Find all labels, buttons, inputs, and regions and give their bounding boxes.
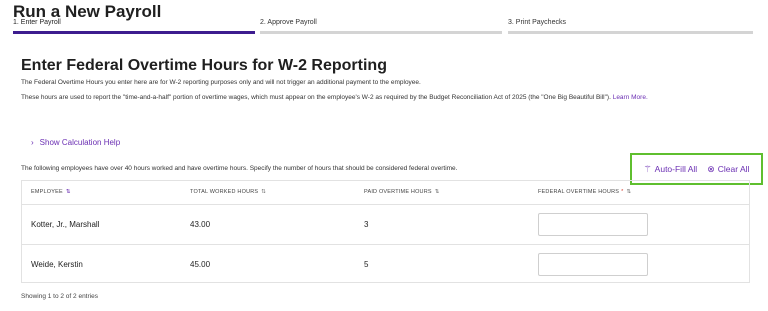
- employee-name: Weide, Kerstin: [31, 260, 83, 269]
- column-header-label: TOTAL WORKED HOURS: [190, 189, 259, 195]
- step-progress-bar: [508, 31, 753, 34]
- federal-overtime-input[interactable]: [538, 253, 648, 276]
- table-row: Weide, Kerstin 45.00 5: [22, 244, 749, 283]
- column-header-paid-overtime[interactable]: PAID OVERTIME HOURS ⇅: [364, 189, 440, 195]
- required-marker: *: [621, 189, 624, 195]
- paid-overtime-hours: 3: [364, 220, 369, 229]
- step-label: 3. Print Paychecks: [508, 19, 566, 26]
- chevron-right-icon: ›: [31, 138, 34, 147]
- show-calculation-help-toggle[interactable]: › Show Calculation Help: [31, 138, 120, 147]
- column-header-federal-overtime[interactable]: FEDERAL OVERTIME HOURS * ⇅: [538, 189, 631, 195]
- description-paragraph: The Federal Overtime Hours you enter her…: [21, 79, 421, 86]
- table-entries-summary: Showing 1 to 2 of 2 entries: [21, 293, 98, 300]
- sort-arrows-icon: ⇅: [626, 189, 632, 195]
- sort-arrows-icon: ⇅: [434, 189, 440, 195]
- employee-name: Kotter, Jr., Marshall: [31, 220, 100, 229]
- total-worked-hours: 43.00: [190, 220, 211, 229]
- paid-overtime-hours: 5: [364, 260, 369, 269]
- column-header-total-worked[interactable]: TOTAL WORKED HOURS ⇅: [190, 189, 266, 195]
- clear-all-button[interactable]: ⊗ Clear All: [707, 164, 749, 175]
- sort-arrows-icon: ⇅: [261, 189, 267, 195]
- sort-arrows-icon: ⇅: [65, 189, 71, 195]
- calc-help-label: Show Calculation Help: [39, 138, 121, 147]
- table-intro-text: The following employees have over 40 hou…: [21, 165, 458, 172]
- table-row: Kotter, Jr., Marshall 43.00 3: [22, 205, 749, 244]
- column-header-label: PAID OVERTIME HOURS: [364, 189, 432, 195]
- step-approve-payroll[interactable]: 2. Approve Payroll: [260, 19, 502, 34]
- magic-wand-icon: ⚚: [643, 163, 652, 174]
- column-header-label: FEDERAL OVERTIME HOURS: [538, 189, 620, 195]
- description-text: These hours are used to report the "time…: [21, 94, 611, 101]
- column-header-label: EMPLOYEE: [31, 189, 63, 195]
- auto-fill-label: Auto-Fill All: [654, 164, 698, 174]
- description-paragraph-2: These hours are used to report the "time…: [21, 93, 751, 102]
- federal-overtime-input[interactable]: [538, 213, 648, 236]
- progress-steps: 1. Enter Payroll 2. Approve Payroll 3. P…: [13, 19, 753, 35]
- auto-fill-all-button[interactable]: ⚚ Auto-Fill All: [644, 164, 698, 175]
- step-label: 1. Enter Payroll: [13, 19, 61, 26]
- learn-more-link[interactable]: Learn More.: [613, 94, 648, 101]
- section-title: Enter Federal Overtime Hours for W-2 Rep…: [21, 57, 387, 74]
- overtime-table: EMPLOYEE ⇅ TOTAL WORKED HOURS ⇅ PAID OVERT…: [21, 180, 750, 283]
- column-header-employee[interactable]: EMPLOYEE ⇅: [31, 189, 71, 195]
- step-enter-payroll[interactable]: 1. Enter Payroll: [13, 19, 255, 34]
- step-print-paychecks[interactable]: 3. Print Paychecks: [508, 19, 753, 34]
- clear-x-icon: ⊗: [707, 163, 715, 174]
- step-progress-bar: [260, 31, 502, 34]
- table-header: EMPLOYEE ⇅ TOTAL WORKED HOURS ⇅ PAID OVERT…: [22, 181, 749, 205]
- total-worked-hours: 45.00: [190, 260, 211, 269]
- step-progress-bar: [13, 31, 255, 34]
- clear-all-label: Clear All: [717, 164, 750, 174]
- step-label: 2. Approve Payroll: [260, 19, 317, 26]
